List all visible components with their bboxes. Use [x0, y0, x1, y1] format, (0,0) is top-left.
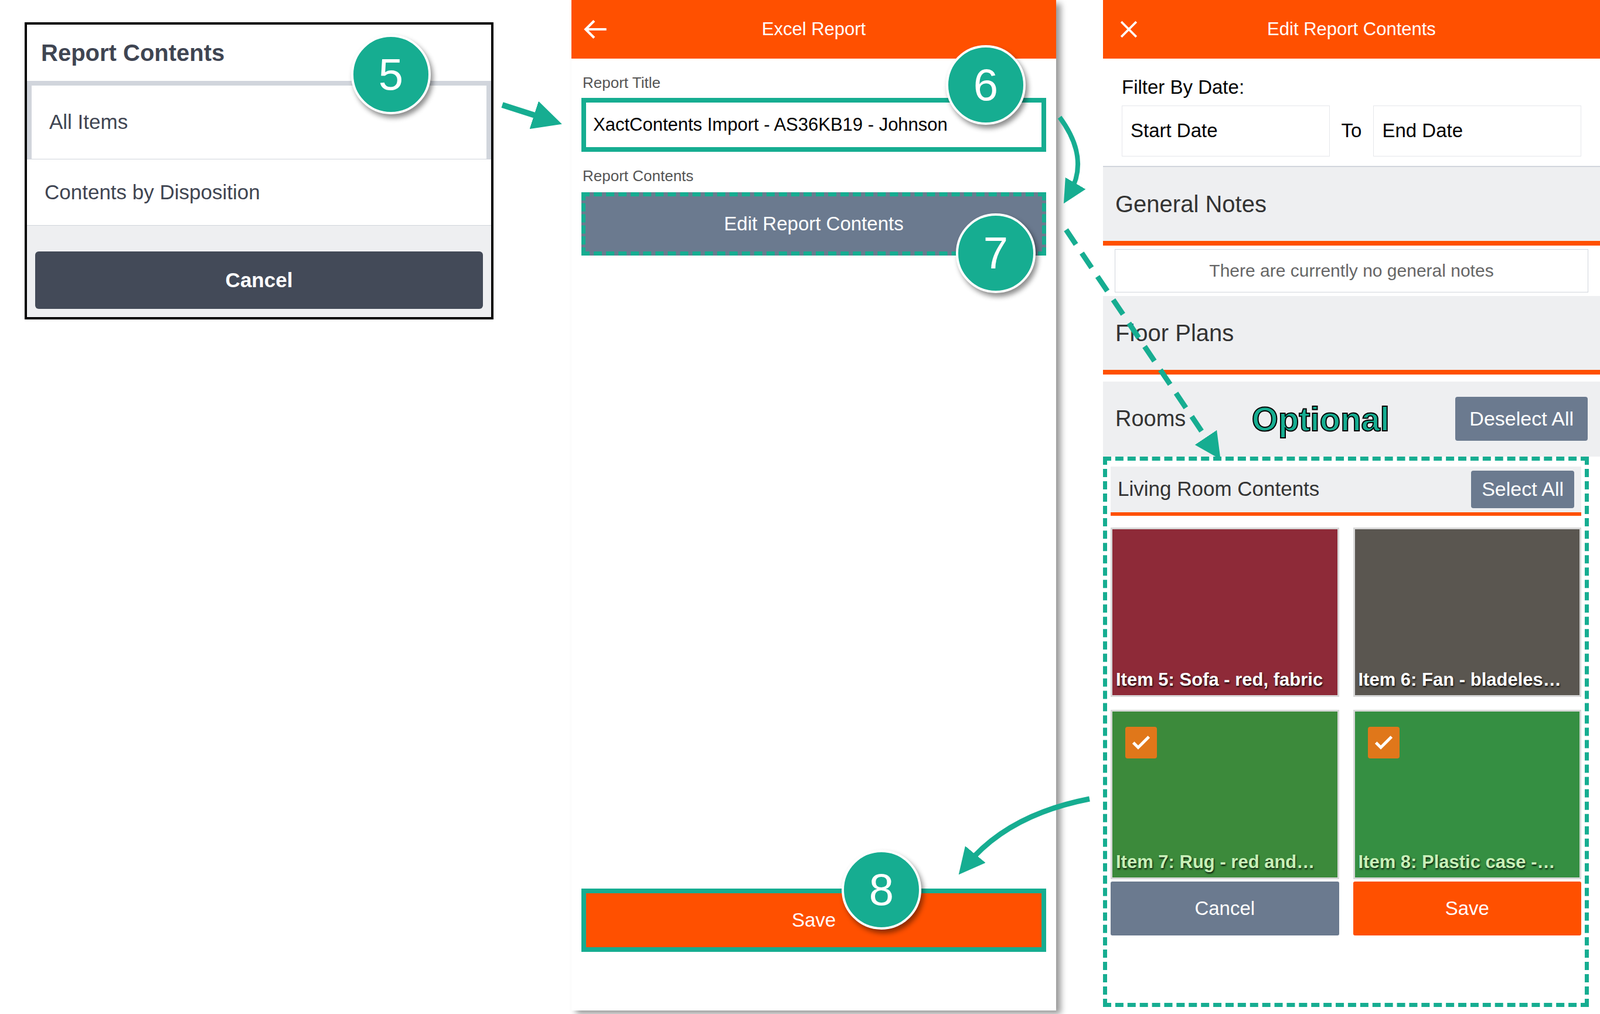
menu-spacer — [26, 225, 492, 252]
screen-title: Edit Report Contents — [1103, 15, 1600, 44]
rooms-label: Rooms — [1115, 402, 1186, 436]
item-caption: Item 7: Rug - red and… — [1112, 851, 1338, 873]
header-bar: Edit Report Contents — [1103, 0, 1600, 59]
filter-label: Filter By Date: — [1121, 72, 1582, 102]
select-all-button[interactable]: Select All — [1471, 470, 1575, 509]
step-callout: 8 — [841, 849, 922, 930]
step-callout: 6 — [945, 45, 1026, 125]
general-notes-section[interactable]: General Notes — [1103, 167, 1600, 246]
cancel-button[interactable]: Cancel — [35, 251, 483, 309]
field-label: Report Contents — [581, 164, 1047, 188]
arrow-icon — [1059, 117, 1078, 194]
menu-item[interactable]: Contents by Disposition — [26, 159, 492, 226]
back-arrow-icon[interactable] — [581, 14, 612, 44]
edit-report-contents-screen: Edit Report Contents Filter By Date:Start… — [1103, 0, 1600, 1014]
end-date-input[interactable]: End Date — [1373, 105, 1582, 157]
save-button[interactable]: Save — [581, 888, 1047, 952]
arrow-icon — [1066, 229, 1214, 449]
optional-label: Optional — [1197, 393, 1444, 445]
screen-title: Excel Report — [571, 15, 1057, 44]
item-tile[interactable]: Item 6: Fan - bladeles… — [1353, 527, 1582, 697]
to-label: To — [1341, 116, 1363, 146]
start-date-input[interactable]: Start Date — [1121, 105, 1330, 157]
excel-report-screen: Excel ReportReport TitleXactContents Imp… — [571, 0, 1057, 1011]
arrow-icon — [502, 104, 548, 120]
step-callout: 7 — [955, 213, 1036, 294]
item-caption: Item 6: Fan - bladeles… — [1355, 669, 1581, 691]
floor-plans-section[interactable]: Floor Plans — [1103, 295, 1600, 375]
close-icon[interactable] — [1115, 16, 1142, 43]
arrow-icon — [967, 798, 1090, 865]
room-name: Living Room Contents — [1117, 473, 1320, 505]
room-selection-box: Living Room Contents Select All Item 5: So… — [1103, 456, 1589, 1008]
general-notes-empty: There are currently no general notes — [1114, 249, 1589, 293]
item-tile[interactable]: Item 8: Plastic case -… — [1353, 709, 1582, 880]
step-callout: 5 — [351, 34, 431, 115]
arrows-overlay — [0, 0, 1600, 1014]
cancel-button[interactable]: Cancel — [1110, 881, 1340, 936]
checkbox-checked-icon[interactable] — [1367, 726, 1400, 759]
save-button[interactable]: Save — [1353, 881, 1582, 936]
checkbox-checked-icon[interactable] — [1125, 726, 1157, 759]
item-caption: Item 5: Sofa - red, fabric — [1112, 669, 1338, 691]
item-grid: Item 5: Sofa - red, fabric Item 6: Fan - … — [1110, 527, 1582, 880]
room-header: Living Room Contents Select All — [1110, 466, 1582, 516]
deselect-all-button[interactable]: Deselect All — [1455, 396, 1588, 441]
item-tile[interactable]: Item 7: Rug - red and… — [1110, 709, 1340, 880]
tutorial-canvas: Report ContentsAll ItemsContents by Disp… — [0, 0, 1600, 1014]
rooms-row: Rooms OptionalDeselect All — [1103, 381, 1600, 457]
item-tile[interactable]: Item 5: Sofa - red, fabric — [1110, 527, 1340, 697]
item-caption: Item 8: Plastic case -… — [1355, 851, 1581, 873]
